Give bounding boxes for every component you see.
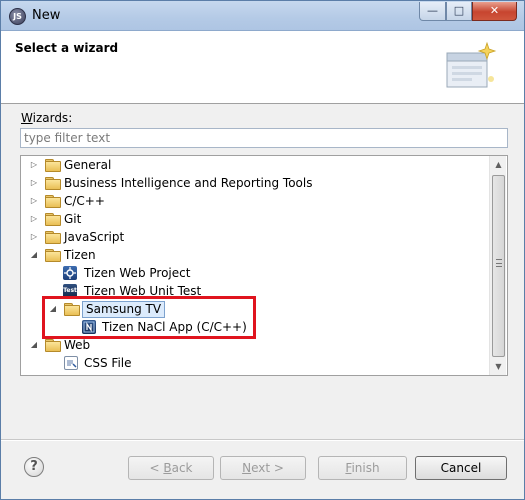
wizard-tree[interactable]: ▷ General ▷ Business Intelligence and Re… [20,155,508,376]
page-title: Select a wizard [15,41,119,55]
folder-icon [45,213,61,226]
next-button-label: ext > [251,461,284,475]
css-file-icon [64,356,78,370]
wizards-label: Wizards: [21,111,72,125]
collapse-arrow-icon[interactable]: ◢ [30,336,38,354]
collapse-arrow-icon[interactable]: ◢ [30,246,38,264]
wizards-label-mnemonic: W [21,111,33,125]
tree-item-label: General [64,158,112,172]
tree-item-label: Business Intelligence and Reporting Tool… [64,176,313,190]
finish-button[interactable]: Finish [318,456,407,480]
help-icon[interactable]: ? [24,457,44,477]
tree-item-label: Git [64,212,82,226]
tree-item-label: Tizen [64,248,96,262]
tree-item-cpp[interactable]: ▷ C/C++ [27,192,487,210]
footer-separator [1,439,524,441]
tree-item-git[interactable]: ▷ Git [27,210,487,228]
tree-item-css-file[interactable]: CSS File [27,354,487,372]
wizard-banner: Select a wizard [1,31,524,104]
tizen-web-project-icon [63,266,77,280]
tree-item-tizen-web-project[interactable]: Tizen Web Project [27,264,487,282]
expand-arrow-icon[interactable]: ▷ [30,174,38,192]
tree-item-birt[interactable]: ▷ Business Intelligence and Reporting To… [27,174,487,192]
window-title: New [32,8,61,23]
tree-item-label: Tizen Web Project [84,266,191,280]
title-bar[interactable]: JS New — □ ✕ [1,1,524,31]
back-button-mnemonic: B [163,461,172,475]
expand-arrow-icon[interactable]: ▷ [30,228,38,246]
next-button[interactable]: Next > [220,456,306,480]
folder-open-icon [45,339,61,352]
wizards-label-text: izards: [32,111,73,125]
back-button-prefix: < [149,461,164,475]
scroll-up-arrow-icon[interactable]: ▲ [490,156,507,173]
new-wizard-dialog: JS New — □ ✕ Select a wizard Wizards: ▷ … [0,0,525,500]
maximize-button[interactable]: □ [446,2,472,21]
folder-open-icon [45,249,61,262]
finish-button-label: inish [351,461,380,475]
wizard-banner-icon [446,41,497,88]
folder-icon [45,159,61,172]
annotation-highlight-box [42,296,256,339]
tree-item-label: JavaScript [64,230,125,244]
tree-item-label: CSS File [84,356,132,370]
tree-item-tizen[interactable]: ◢ Tizen [27,246,487,264]
back-button[interactable]: < Back [128,456,214,480]
scroll-down-arrow-icon[interactable]: ▼ [490,358,507,375]
next-button-mnemonic: N [242,461,252,475]
filter-input[interactable] [20,128,508,148]
expand-arrow-icon[interactable]: ▷ [30,156,38,174]
tree-item-javascript[interactable]: ▷ JavaScript [27,228,487,246]
folder-icon [45,177,61,190]
grip-icon [496,259,502,267]
cancel-button[interactable]: Cancel [415,456,507,480]
tree-item-label: C/C++ [64,194,105,208]
tree-scrollbar[interactable]: ▲ ▼ [489,156,506,375]
expand-arrow-icon[interactable]: ▷ [30,192,38,210]
minimize-button[interactable]: — [419,2,446,21]
close-button[interactable]: ✕ [472,2,517,21]
back-button-label: ack [171,461,193,475]
app-icon: JS [9,8,26,25]
expand-arrow-icon[interactable]: ▷ [30,210,38,228]
scrollbar-thumb[interactable] [492,175,505,357]
folder-icon [45,231,61,244]
tree-item-general[interactable]: ▷ General [27,156,487,174]
folder-icon [45,195,61,208]
